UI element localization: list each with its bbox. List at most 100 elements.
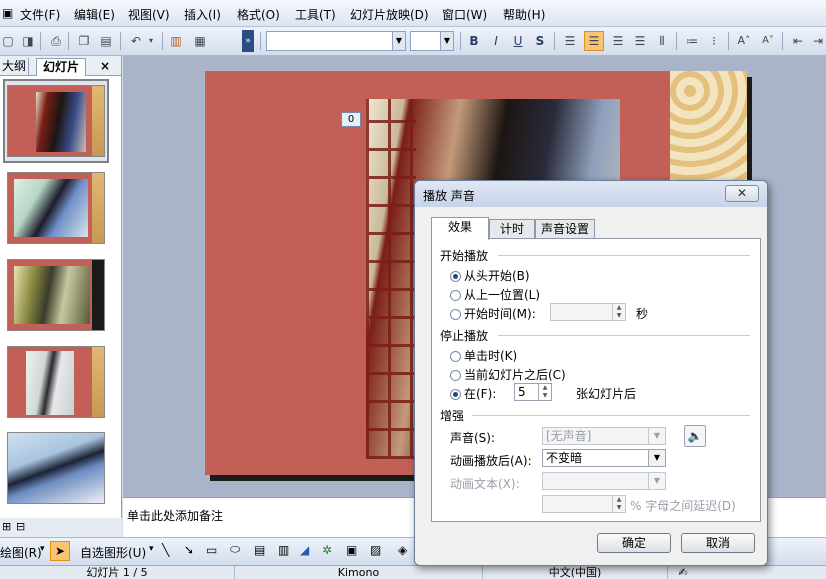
align-right-icon[interactable]: ☰	[610, 33, 626, 49]
chevron-down-icon[interactable]: ▼	[440, 32, 453, 50]
decrease-font-button[interactable]: A˅	[758, 33, 778, 49]
dialog-titlebar[interactable]: 播放 声音 ✕	[415, 181, 767, 207]
animate-text-select[interactable]: ▼	[542, 472, 666, 490]
copy-icon[interactable]: ❐	[76, 33, 92, 49]
notes-placeholder[interactable]: 单击此处添加备注	[127, 507, 223, 524]
undo-dropdown-icon[interactable]: ▾	[146, 33, 156, 49]
radio-button[interactable]	[450, 309, 461, 320]
chart-icon[interactable]: ▥	[168, 33, 184, 49]
menu-edit[interactable]: 编辑(E)	[74, 6, 115, 23]
spinner-arrows-icon[interactable]: ▲ ▼	[538, 384, 551, 400]
radio-button[interactable]	[450, 271, 461, 282]
fill-color-icon[interactable]: ◈	[398, 543, 407, 557]
rectangle-icon[interactable]: ▭	[206, 543, 217, 557]
print-icon[interactable]: ⎙	[48, 33, 64, 49]
clipart-icon[interactable]: ▣	[346, 543, 357, 557]
menu-insert[interactable]: 插入(I)	[184, 6, 221, 23]
spinner-arrows-icon[interactable]: ▲ ▼	[612, 304, 625, 320]
animation-order-badge[interactable]: 0	[341, 112, 361, 127]
font-name-combo[interactable]: ▼	[266, 31, 406, 51]
permission-icon[interactable]: ◨	[20, 33, 36, 49]
align-left-icon[interactable]: ☰	[562, 33, 578, 49]
chevron-down-icon[interactable]: ▼	[648, 428, 665, 444]
tab-slides[interactable]: 幻灯片	[36, 58, 87, 76]
menu-help[interactable]: 帮助(H)	[503, 6, 545, 23]
dialog-close-button[interactable]: ✕	[725, 185, 759, 202]
slide-thumbnail-1[interactable]	[7, 85, 105, 157]
slide-sorter-icon[interactable]: ⊟	[16, 520, 25, 533]
table-icon[interactable]: ▦	[192, 33, 208, 49]
align-center-icon[interactable]: ☰	[584, 31, 604, 51]
underline-button[interactable]: U	[510, 33, 526, 49]
menu-window[interactable]: 窗口(W)	[442, 6, 487, 23]
paste-icon[interactable]: ▤	[98, 33, 114, 49]
chevron-down-icon[interactable]: ▾	[149, 544, 154, 554]
start-from-beginning-option[interactable]: 从头开始(B)	[450, 267, 530, 283]
tab-outline[interactable]: 大纲	[0, 58, 30, 76]
oval-icon[interactable]: ⬭	[230, 542, 240, 557]
start-from-last-position-option[interactable]: 从上一位置(L)	[450, 286, 540, 302]
vertical-textbox-icon[interactable]: ▥	[278, 543, 289, 557]
slide-thumbnail-5[interactable]	[7, 432, 105, 504]
wordart-icon[interactable]: ◢	[300, 543, 309, 557]
draw-menu[interactable]: 绘图(R)	[0, 544, 42, 561]
undo-icon[interactable]: ↶	[128, 33, 144, 49]
tab-timing[interactable]: 计时	[489, 219, 535, 239]
toolbar-options-icon[interactable]: »	[242, 30, 254, 52]
numbering-icon[interactable]: ≔	[684, 33, 700, 49]
shadow-button[interactable]: S	[532, 33, 548, 49]
picture-icon[interactable]: ▨	[370, 543, 381, 557]
select-pointer-icon[interactable]: ➤	[50, 541, 70, 561]
chevron-down-icon[interactable]: ▼	[648, 473, 665, 489]
thumbnail-photo	[26, 351, 74, 415]
app-icon[interactable]: ▣	[2, 6, 13, 20]
radio-button[interactable]	[450, 290, 461, 301]
menu-tools[interactable]: 工具(T)	[295, 6, 336, 23]
normal-view-icon[interactable]: ⊞	[2, 520, 11, 533]
diagram-icon[interactable]: ✲	[322, 543, 332, 557]
spinner-arrows-icon[interactable]: ▲ ▼	[612, 496, 625, 512]
start-at-time-option[interactable]: 开始时间(M):	[450, 305, 536, 321]
cancel-button[interactable]: 取消	[681, 533, 755, 553]
radio-button[interactable]	[450, 389, 461, 400]
menu-view[interactable]: 视图(V)	[128, 6, 170, 23]
menu-file[interactable]: 文件(F)	[20, 6, 60, 23]
increase-font-button[interactable]: A˄	[734, 33, 754, 49]
decrease-indent-icon[interactable]: ⇤	[790, 33, 806, 49]
menu-slideshow[interactable]: 幻灯片放映(D)	[350, 6, 429, 23]
tab-effect[interactable]: 效果	[431, 217, 489, 240]
italic-button[interactable]: I	[488, 33, 504, 49]
bold-button[interactable]: B	[466, 33, 482, 49]
speaker-icon[interactable]: 🔈	[684, 425, 706, 447]
line-icon[interactable]: ╲	[162, 543, 169, 557]
ok-button[interactable]: 确定	[597, 533, 671, 553]
slide-thumbnail-4[interactable]	[7, 346, 105, 418]
increase-indent-icon[interactable]: ⇥	[810, 33, 826, 49]
stop-after-slides-option[interactable]: 在(F):	[450, 385, 496, 401]
chevron-down-icon[interactable]: ▼	[392, 32, 405, 50]
radio-button[interactable]	[450, 370, 461, 381]
slide-thumbnail-3[interactable]	[7, 259, 105, 331]
bullets-icon[interactable]: ⁝	[706, 33, 722, 49]
textbox-icon[interactable]: ▤	[254, 543, 265, 557]
stop-after-slides-spinner[interactable]: 5 ▲ ▼	[514, 383, 552, 401]
letter-delay-spinner[interactable]: ▲ ▼	[542, 495, 626, 513]
close-icon[interactable]: ×	[98, 58, 112, 76]
radio-button[interactable]	[450, 351, 461, 362]
start-time-spinner[interactable]: ▲ ▼	[550, 303, 626, 321]
chevron-down-icon[interactable]: ▾	[40, 544, 45, 554]
chevron-down-icon[interactable]: ▼	[648, 450, 665, 466]
menu-format[interactable]: 格式(O)	[237, 6, 280, 23]
distribute-icon[interactable]: ⫴	[654, 33, 670, 49]
slide-thumbnail-2[interactable]	[7, 172, 105, 244]
font-size-combo[interactable]: ▼	[410, 31, 454, 51]
new-icon[interactable]: ▢	[0, 33, 16, 49]
justify-icon[interactable]: ☰	[632, 33, 648, 49]
stop-after-current-slide-option[interactable]: 当前幻灯片之后(C)	[450, 366, 566, 382]
tab-sound-settings[interactable]: 声音设置	[535, 219, 595, 239]
sound-select[interactable]: [无声音] ▼	[542, 427, 666, 445]
after-animation-select[interactable]: 不变暗 ▼	[542, 449, 666, 467]
stop-on-click-option[interactable]: 单击时(K)	[450, 347, 517, 363]
arrow-icon[interactable]: ➘	[184, 543, 194, 557]
autoshapes-menu[interactable]: 自选图形(U)	[80, 544, 146, 561]
